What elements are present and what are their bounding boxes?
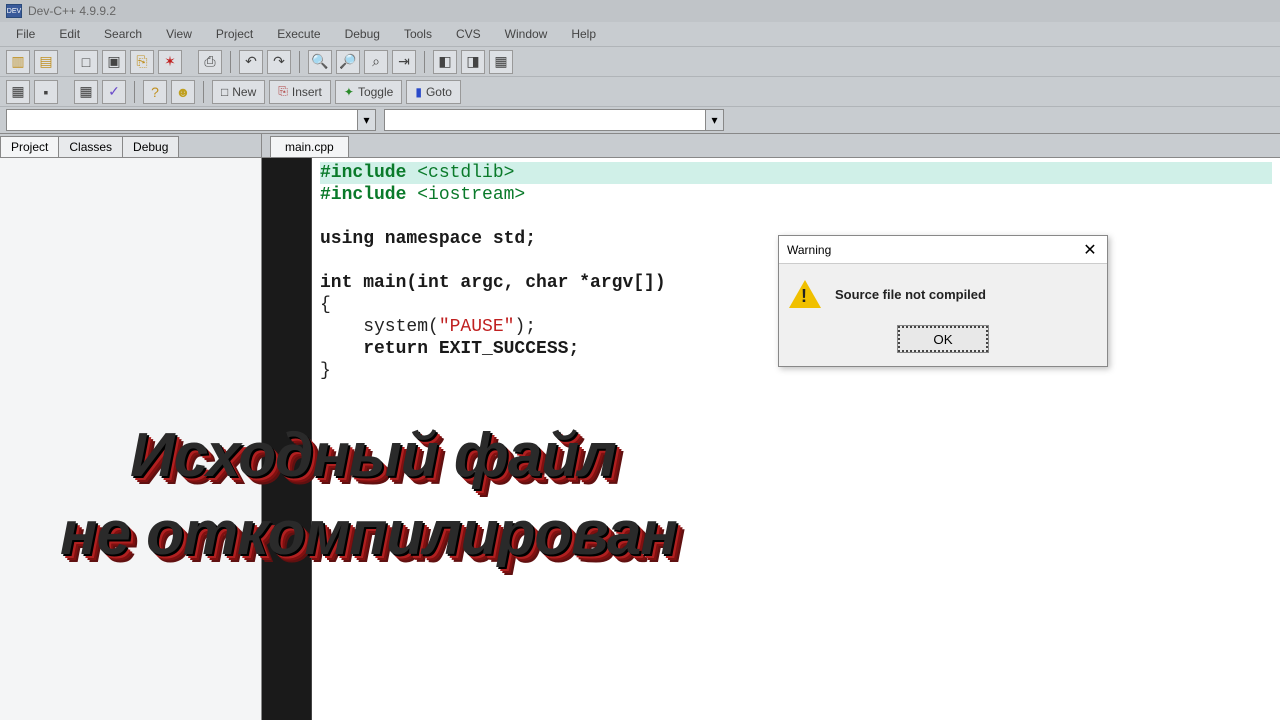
ok-button[interactable]: OK (898, 326, 988, 352)
menu-help[interactable]: Help (559, 24, 608, 44)
print-icon[interactable]: ⎙ (198, 50, 222, 74)
editor-tabs: main.cpp (262, 134, 1280, 158)
tab-project[interactable]: Project (0, 136, 59, 157)
goto-line-icon[interactable]: ⇥ (392, 50, 416, 74)
titlebar: DEV Dev-C++ 4.9.9.2 (0, 0, 1280, 22)
find-next-icon[interactable]: ⌕ (364, 50, 388, 74)
close-icon[interactable]: ✕ (1081, 241, 1099, 259)
close-file-icon[interactable]: ✶ (158, 50, 182, 74)
undo-icon[interactable]: ↶ (239, 50, 263, 74)
tab-debug[interactable]: Debug (122, 136, 179, 157)
toggle-icon: ✦ (344, 85, 354, 99)
menu-window[interactable]: Window (493, 24, 560, 44)
grid2-icon[interactable]: ▪ (34, 80, 58, 104)
new-button[interactable]: □New (212, 80, 265, 104)
dialog-footer: OK (779, 318, 1107, 366)
run-icon[interactable]: ◨ (461, 50, 485, 74)
compile-run-icon[interactable]: ▦ (489, 50, 513, 74)
tab-classes[interactable]: Classes (58, 136, 123, 157)
warning-dialog: Warning ✕ Source file not compiled OK (778, 235, 1108, 367)
editor: #include <cstdlib> #include <iostream> u… (262, 158, 1280, 720)
menu-cvs[interactable]: CVS (444, 24, 493, 44)
left-panel: Project Classes Debug (0, 134, 262, 720)
editor-panel: main.cpp #include <cstdlib> #include <io… (262, 134, 1280, 720)
open-file-icon[interactable]: ▤ (34, 50, 58, 74)
goto-icon: ▮ (415, 85, 422, 99)
main-area: Project Classes Debug main.cpp #include … (0, 134, 1280, 720)
redo-icon[interactable]: ↷ (267, 50, 291, 74)
save-icon[interactable]: □ (74, 50, 98, 74)
toolbar-1: ▥ ▤ □ ▣ ⎘ ✶ ⎙ ↶ ↷ 🔍 🔎 ⌕ ⇥ ◧ ◨ ▦ (0, 46, 1280, 76)
help-icon[interactable]: ? (143, 80, 167, 104)
grid1-icon[interactable]: ▦ (6, 80, 30, 104)
menu-debug[interactable]: Debug (333, 24, 392, 44)
menu-file[interactable]: File (4, 24, 47, 44)
project-tree[interactable] (0, 158, 261, 720)
chevron-down-icon: ▾ (357, 110, 375, 130)
copy-icon[interactable]: ⎘ (130, 50, 154, 74)
dialog-body: Source file not compiled (779, 264, 1107, 318)
toolbar-2: ▦ ▪ ▦ ✓ ? ☻ □New ⎘Insert ✦Toggle ▮Goto (0, 76, 1280, 106)
save-all-icon[interactable]: ▣ (102, 50, 126, 74)
toggle-button[interactable]: ✦Toggle (335, 80, 402, 104)
left-tabs: Project Classes Debug (0, 134, 261, 158)
app-icon: DEV (6, 4, 22, 18)
method-combo[interactable]: ▾ (384, 109, 724, 131)
replace-icon[interactable]: 🔎 (336, 50, 360, 74)
combo-row: ▾ ▾ (0, 106, 1280, 134)
menu-execute[interactable]: Execute (265, 24, 332, 44)
menu-edit[interactable]: Edit (47, 24, 92, 44)
menu-project[interactable]: Project (204, 24, 265, 44)
class-combo[interactable]: ▾ (6, 109, 376, 131)
goto-button[interactable]: ▮Goto (406, 80, 461, 104)
app-title: Dev-C++ 4.9.9.2 (28, 4, 116, 18)
dialog-title-text: Warning (787, 243, 831, 257)
menu-view[interactable]: View (154, 24, 204, 44)
dialog-message: Source file not compiled (835, 287, 986, 302)
check-icon[interactable]: ✓ (102, 80, 126, 104)
chevron-down-icon: ▾ (705, 110, 723, 130)
new-file-icon[interactable]: ▥ (6, 50, 30, 74)
menu-tools[interactable]: Tools (392, 24, 444, 44)
insert-button[interactable]: ⎘Insert (269, 80, 331, 104)
dialog-titlebar: Warning ✕ (779, 236, 1107, 264)
menubar: File Edit Search View Project Execute De… (0, 22, 1280, 46)
editor-gutter (262, 158, 312, 720)
editor-tab-main[interactable]: main.cpp (270, 136, 349, 157)
warning-icon (789, 280, 821, 308)
find-icon[interactable]: 🔍 (308, 50, 332, 74)
about-icon[interactable]: ☻ (171, 80, 195, 104)
compile-icon[interactable]: ◧ (433, 50, 457, 74)
new-doc-icon: □ (221, 85, 228, 99)
menu-search[interactable]: Search (92, 24, 154, 44)
grid3-icon[interactable]: ▦ (74, 80, 98, 104)
insert-icon: ⎘ (278, 84, 288, 99)
